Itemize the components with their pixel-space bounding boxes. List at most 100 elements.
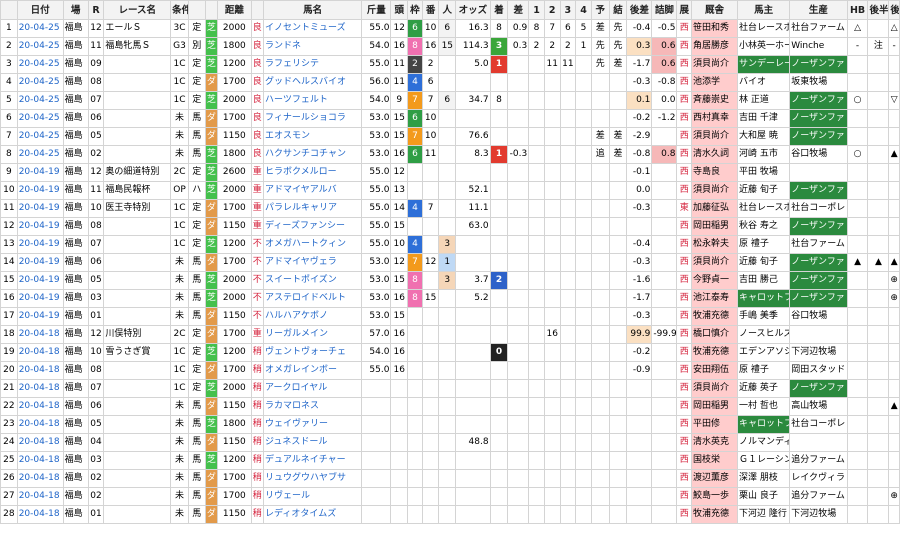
column-header[interactable]: オッズ [455,0,491,20]
cell-horse[interactable]: フィナールショコラ [263,109,363,128]
cell-horse[interactable]: アステロイドベルト [263,289,363,308]
cell-horse[interactable]: ラフェリシテ [263,55,363,74]
cell-date[interactable]: 20-04-18 [16,343,64,362]
cell-date[interactable]: 20-04-19 [16,235,64,254]
cell-date[interactable]: 20-04-18 [16,361,64,380]
cell-horse[interactable]: リヴェール [263,487,363,506]
cell-horse[interactable]: レディオタイムズ [263,505,363,524]
cell-horse[interactable]: ランドネ [263,37,363,56]
column-header[interactable]: 着 [489,0,509,20]
cell-date[interactable]: 20-04-18 [16,487,64,506]
cell-date[interactable]: 20-04-18 [16,433,64,452]
cell-cond: 稍 [250,505,265,524]
cell-date[interactable]: 20-04-18 [16,379,64,398]
cell-nin [438,199,457,218]
cell-horse[interactable]: ハルハアケボノ [263,307,363,326]
cell-date[interactable]: 20-04-18 [16,415,64,434]
column-header[interactable]: 枠 [407,0,423,20]
cell-horse[interactable]: イノセントミューズ [263,19,363,38]
cell-date[interactable]: 20-04-19 [16,163,64,182]
cell-date[interactable]: 20-04-19 [16,253,64,272]
cell-date[interactable]: 20-04-25 [16,127,64,146]
column-header[interactable]: 番 [421,0,440,20]
column-header[interactable]: 馬主 [736,0,791,20]
cell-date[interactable]: 20-04-19 [16,217,64,236]
cell-horse[interactable]: アークロイヤル [263,379,363,398]
cell-horse[interactable]: アドマイヤヴェラ [263,253,363,272]
column-header[interactable]: 日付 [16,0,64,20]
cell-date[interactable]: 20-04-18 [16,325,64,344]
cell-horse[interactable]: ヴェントヴォーチェ [263,343,363,362]
cell-yo [590,271,610,290]
cell-breeder: 社台ファーム [789,235,848,254]
cell-horse[interactable]: ラカマロネス [263,397,363,416]
cell-ban [421,433,440,452]
cell-date[interactable]: 20-04-19 [16,307,64,326]
cell-date[interactable]: 20-04-19 [16,271,64,290]
column-header[interactable]: 馬名 [263,0,363,20]
cell-horse[interactable]: ヒラボクメルロー [263,163,363,182]
column-header[interactable]: レース名 [103,0,172,20]
table-row: 18 20-04-18 福島 12 川俣特別 2C 定ダ 1700 重リーガルメイン 57.0 16… [0,325,900,344]
cell-horse[interactable]: ハクサンチコチャン [263,145,363,164]
column-header[interactable]: 後差 [626,0,653,20]
cell-date[interactable]: 20-04-25 [16,19,64,38]
cell-place: 福島 [62,415,89,434]
cell-horse[interactable]: グッドヘルスバイオ [263,73,363,92]
cell-horse[interactable]: ディーズファンシー [263,217,363,236]
cell-horse[interactable]: ハーツフェルト [263,91,363,110]
cell-date[interactable]: 20-04-25 [16,55,64,74]
cell-horse[interactable]: オメガハートクィン [263,235,363,254]
column-header[interactable] [204,0,219,20]
cell-date[interactable]: 20-04-25 [16,37,64,56]
cell-date[interactable]: 20-04-19 [16,199,64,218]
cell-date[interactable]: 20-04-25 [16,91,64,110]
column-header[interactable] [187,0,206,20]
cell-kin: 55.0 [361,181,392,200]
column-header[interactable]: 斤量 [361,0,392,20]
column-header[interactable]: 予 [590,0,610,20]
column-header[interactable]: R [87,0,105,20]
column-header[interactable]: 結 [608,0,628,20]
column-header[interactable]: 条件 [170,0,189,20]
cell-date[interactable]: 20-04-25 [16,145,64,164]
cell-horse[interactable]: エオスモン [263,127,363,146]
column-header[interactable]: 厩舎 [691,0,738,20]
cell-horse[interactable]: オメガレインボー [263,361,363,380]
column-header[interactable]: 後半 [867,0,890,20]
cell-date[interactable]: 20-04-19 [16,289,64,308]
column-header[interactable]: 距離 [217,0,252,20]
cell-horse[interactable]: デュアルネイチャー [263,451,363,470]
cell-horse[interactable]: ウェイヴァリー [263,415,363,434]
cell-date[interactable]: 20-04-18 [16,397,64,416]
column-header[interactable]: 展 [676,0,693,20]
cell-date[interactable]: 20-04-25 [16,73,64,92]
column-header[interactable]: 詰脚 [651,0,678,20]
column-header[interactable]: 場 [62,0,89,20]
cell-horse[interactable]: リュウグウハヤブサ [263,469,363,488]
cell-horse[interactable]: スイートポイズン [263,271,363,290]
cell-race [103,55,172,74]
cell-date[interactable]: 20-04-18 [16,505,64,524]
cell-horse[interactable]: パラレルキャリア [263,199,363,218]
column-header[interactable]: 頭 [390,0,409,20]
cell-date[interactable]: 20-04-18 [16,451,64,470]
column-header[interactable]: 1 [528,0,545,20]
cell-horse[interactable]: アドマイヤアルバ [263,181,363,200]
cell-surface: 芝 [204,145,219,164]
column-header[interactable]: 差 [507,0,530,20]
cell-c4 [575,433,592,452]
column-header[interactable]: 4 [575,0,592,20]
column-header[interactable]: 後半 [888,0,900,20]
cell-date[interactable]: 20-04-19 [16,181,64,200]
column-header[interactable] [250,0,265,20]
column-header[interactable]: HB [846,0,869,20]
column-header[interactable]: 生産 [789,0,848,20]
cell-date[interactable]: 20-04-25 [16,109,64,128]
cell-date[interactable]: 20-04-18 [16,469,64,488]
cell-horse[interactable]: ジュネスドール [263,433,363,452]
column-header[interactable]: 人 [438,0,457,20]
column-header[interactable]: 3 [559,0,577,20]
column-header[interactable]: 2 [543,0,561,20]
cell-horse[interactable]: リーガルメイン [263,325,363,344]
